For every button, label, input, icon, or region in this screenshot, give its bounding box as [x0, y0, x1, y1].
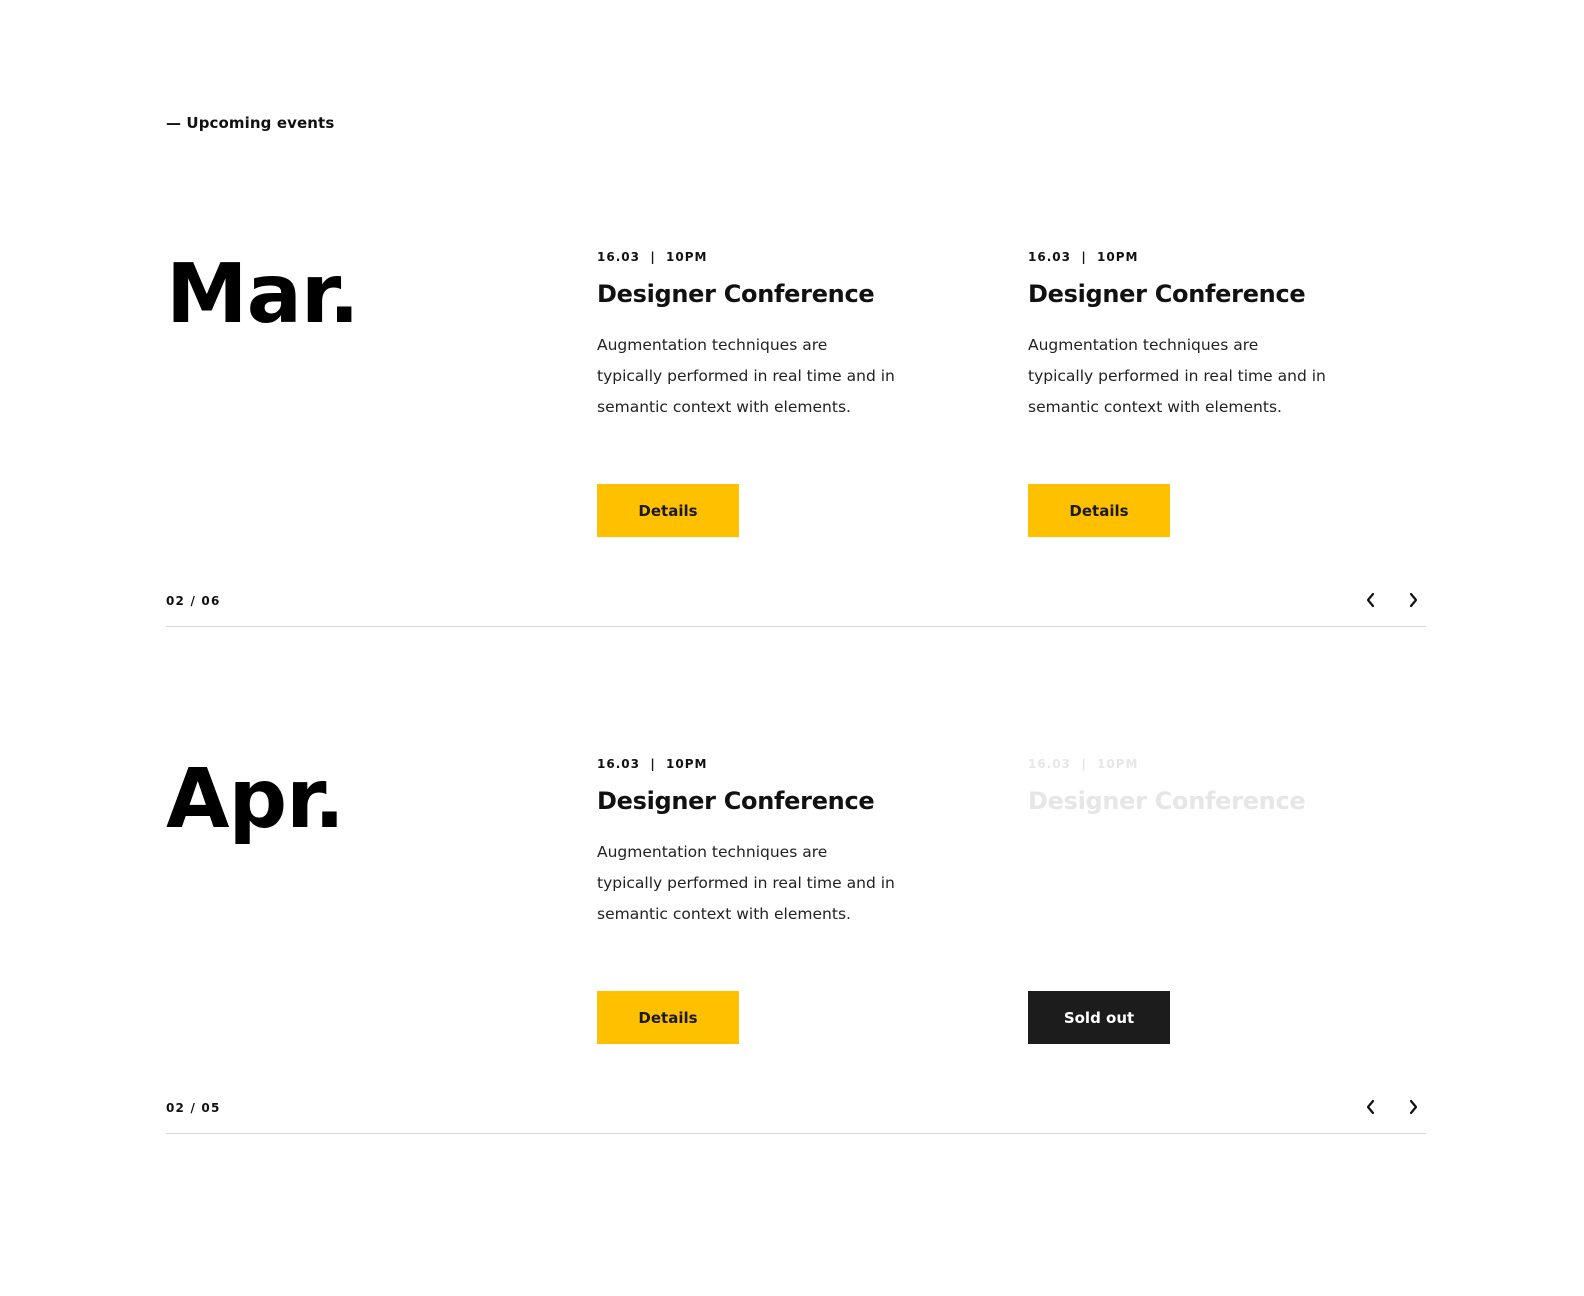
details-button[interactable]: Details: [1028, 484, 1170, 537]
month-heading: Apr.: [166, 752, 345, 847]
event-description: Augmentation techniques are typically pe…: [597, 336, 895, 416]
event-date-time: 16.03 | 10PM: [597, 250, 708, 264]
slide-counter: 02 / 06: [166, 594, 221, 608]
event-date-time: 16.03 | 10PM: [1028, 757, 1139, 771]
prev-button[interactable]: [1357, 586, 1385, 614]
chevron-right-icon: [1409, 592, 1418, 608]
details-button[interactable]: Details: [597, 484, 739, 537]
details-button[interactable]: Details: [597, 991, 739, 1044]
chevron-right-icon: [1409, 1099, 1418, 1115]
slide-counter: 02 / 05: [166, 1101, 221, 1115]
divider: [166, 1133, 1426, 1134]
sold-out-button[interactable]: Sold out: [1028, 991, 1170, 1044]
chevron-left-icon: [1366, 1099, 1375, 1115]
event-date-time: 16.03 | 10PM: [1028, 250, 1139, 264]
next-button[interactable]: [1399, 1093, 1427, 1121]
event-description: Augmentation techniques are typically pe…: [1028, 336, 1326, 416]
chevron-left-icon: [1366, 592, 1375, 608]
month-block-march: Mar. 16.03 | 10PM Designer Conference Au…: [0, 248, 1584, 668]
prev-button[interactable]: [1357, 1093, 1385, 1121]
month-block-april: Apr. 16.03 | 10PM Designer Conference Au…: [0, 755, 1584, 1175]
next-button[interactable]: [1399, 586, 1427, 614]
event-title: Designer Conference: [597, 280, 875, 308]
month-heading: Mar.: [166, 247, 360, 342]
divider: [166, 626, 1426, 627]
event-title: Designer Conference: [1028, 787, 1306, 815]
event-title: Designer Conference: [1028, 280, 1306, 308]
event-description: Augmentation techniques are typically pe…: [597, 843, 895, 923]
section-label: — Upcoming events: [166, 114, 335, 132]
event-date-time: 16.03 | 10PM: [597, 757, 708, 771]
event-title: Designer Conference: [597, 787, 875, 815]
